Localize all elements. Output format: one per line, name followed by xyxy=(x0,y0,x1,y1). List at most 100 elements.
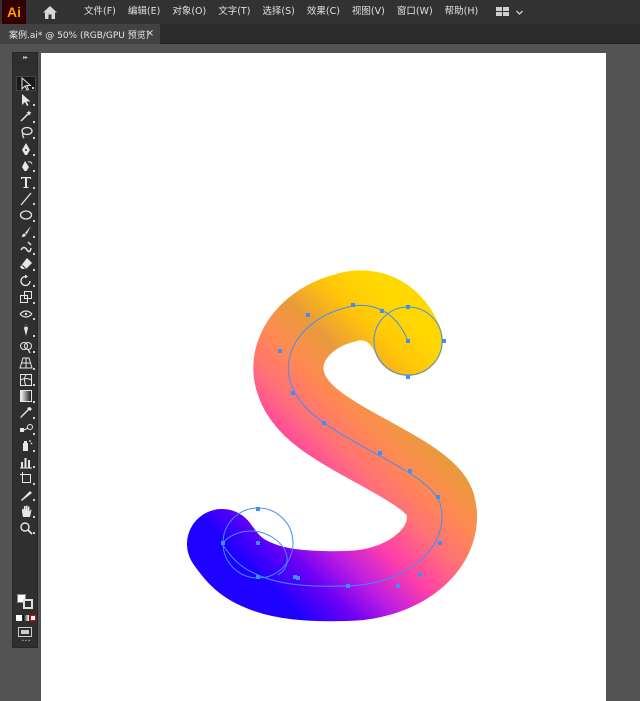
ellipse-tool-icon xyxy=(19,210,33,220)
menu-edit[interactable]: 编辑(E) xyxy=(122,0,166,24)
lasso-tool-icon xyxy=(21,126,33,139)
paintbrush-tool[interactable] xyxy=(16,224,36,239)
tool-flyout-indicator xyxy=(33,515,35,518)
rotate-tool[interactable] xyxy=(16,273,36,288)
anchor-point[interactable] xyxy=(380,309,384,313)
color-mode-buttons[interactable] xyxy=(16,615,36,623)
tool-flyout-indicator xyxy=(33,384,35,387)
document-tab-title: 案例.ai* @ 50% (RGB/GPU 预览) xyxy=(9,30,150,41)
direct-selection-tool[interactable] xyxy=(16,92,36,107)
symbol-sprayer-tool[interactable] xyxy=(16,438,36,453)
shape-builder-tool[interactable] xyxy=(16,339,36,354)
perspective-grid-tool[interactable] xyxy=(16,356,36,371)
anchor-point[interactable] xyxy=(378,451,382,455)
anchor-point[interactable] xyxy=(293,575,297,579)
line-segment-tool[interactable] xyxy=(16,191,36,206)
selection-tool[interactable] xyxy=(16,76,36,91)
menu-select[interactable]: 选择(S) xyxy=(256,0,300,24)
s-letter-artwork[interactable] xyxy=(40,45,640,701)
anchor-point[interactable] xyxy=(408,469,412,473)
puppet-warp-tool[interactable] xyxy=(16,323,36,338)
puppet-warp-tool-icon xyxy=(24,324,28,337)
lasso-tool[interactable] xyxy=(16,125,36,140)
anchor-point[interactable] xyxy=(406,375,410,379)
anchor-point[interactable] xyxy=(322,421,326,425)
mesh-tool[interactable] xyxy=(16,372,36,387)
blend-tool-icon xyxy=(20,423,33,432)
direct-selection-tool-icon xyxy=(22,93,31,106)
anchor-point[interactable] xyxy=(256,507,260,511)
menu-window[interactable]: 窗口(W) xyxy=(391,0,439,24)
anchor-point[interactable] xyxy=(436,495,440,499)
more-tools-button[interactable]: ··· xyxy=(17,637,35,647)
color-button[interactable] xyxy=(16,615,22,621)
anchor-point[interactable] xyxy=(221,541,225,545)
zoom-tool[interactable] xyxy=(16,520,36,535)
anchor-point[interactable] xyxy=(418,573,422,577)
magic-wand-tool-icon xyxy=(20,110,32,122)
magic-wand-tool[interactable] xyxy=(16,109,36,124)
hand-tool-icon xyxy=(22,505,32,518)
menu-help[interactable]: 帮助(H) xyxy=(439,0,485,24)
hand-tool[interactable] xyxy=(16,504,36,519)
width-tool[interactable] xyxy=(16,306,36,321)
stroke-swatch[interactable] xyxy=(23,599,33,609)
eraser-tool[interactable] xyxy=(16,257,36,272)
width-tool-icon xyxy=(19,310,33,318)
menu-effect[interactable]: 效果(C) xyxy=(301,0,346,24)
curvature-tool[interactable] xyxy=(16,158,36,173)
none-button[interactable] xyxy=(30,615,36,621)
column-graph-tool[interactable] xyxy=(16,454,36,469)
anchor-point[interactable] xyxy=(406,305,410,309)
home-button[interactable] xyxy=(36,0,64,24)
anchor-point[interactable] xyxy=(438,541,442,545)
s-gradient-stroke[interactable] xyxy=(187,270,477,622)
gradient-tool[interactable] xyxy=(16,389,36,404)
workspace-switcher[interactable] xyxy=(496,0,524,24)
document-tab-bar: 案例.ai* @ 50% (RGB/GPU 预览) × xyxy=(0,24,640,44)
anchor-point[interactable] xyxy=(278,349,282,353)
eyedropper-tool[interactable] xyxy=(16,405,36,420)
tool-flyout-indicator xyxy=(33,120,35,123)
s-shape-stroke[interactable] xyxy=(187,270,477,622)
fill-stroke-swatches[interactable] xyxy=(16,593,36,611)
anchor-point[interactable] xyxy=(256,575,260,579)
curvature-tool-icon xyxy=(22,160,33,171)
anchor-point[interactable] xyxy=(256,541,260,545)
artboard-tool[interactable] xyxy=(16,471,36,486)
close-tab-button[interactable]: × xyxy=(144,27,156,41)
tool-flyout-indicator xyxy=(33,449,35,452)
home-icon xyxy=(43,5,57,19)
pen-tool[interactable] xyxy=(16,142,36,157)
tool-flyout-indicator xyxy=(33,400,35,403)
menu-file[interactable]: 文件(F) xyxy=(78,0,122,24)
tool-flyout-indicator xyxy=(33,417,35,419)
anchor-point[interactable] xyxy=(291,391,295,395)
panel-grip[interactable]: ▸▸ xyxy=(13,53,37,63)
anchor-point[interactable] xyxy=(396,584,400,588)
type-tool[interactable] xyxy=(16,175,36,190)
canvas-area[interactable] xyxy=(40,45,640,701)
ellipse-tool[interactable] xyxy=(16,208,36,223)
menu-type[interactable]: 文字(T) xyxy=(212,0,256,24)
tool-flyout-indicator xyxy=(33,104,35,107)
tool-flyout-indicator xyxy=(33,482,35,485)
rotate-tool-icon xyxy=(20,274,31,286)
anchor-point[interactable] xyxy=(351,303,355,307)
blend-tool[interactable] xyxy=(16,421,36,436)
document-tab[interactable]: 案例.ai* @ 50% (RGB/GPU 预览) × xyxy=(0,24,160,44)
scale-tool[interactable] xyxy=(16,290,36,305)
menu-object[interactable]: 对象(O) xyxy=(166,0,212,24)
shaper-tool[interactable] xyxy=(16,241,36,256)
anchor-point[interactable] xyxy=(306,313,310,317)
tool-flyout-indicator xyxy=(33,186,35,189)
column-graph-tool-icon xyxy=(20,457,32,469)
anchor-point[interactable] xyxy=(406,339,410,343)
gradient-button[interactable] xyxy=(23,615,29,621)
menu-view[interactable]: 视图(V) xyxy=(346,0,391,24)
selection-tool-icon xyxy=(21,76,32,91)
anchor-point[interactable] xyxy=(346,584,350,588)
slice-tool[interactable] xyxy=(16,487,36,502)
line-segment-tool-icon xyxy=(20,192,32,206)
anchor-point[interactable] xyxy=(442,339,446,343)
